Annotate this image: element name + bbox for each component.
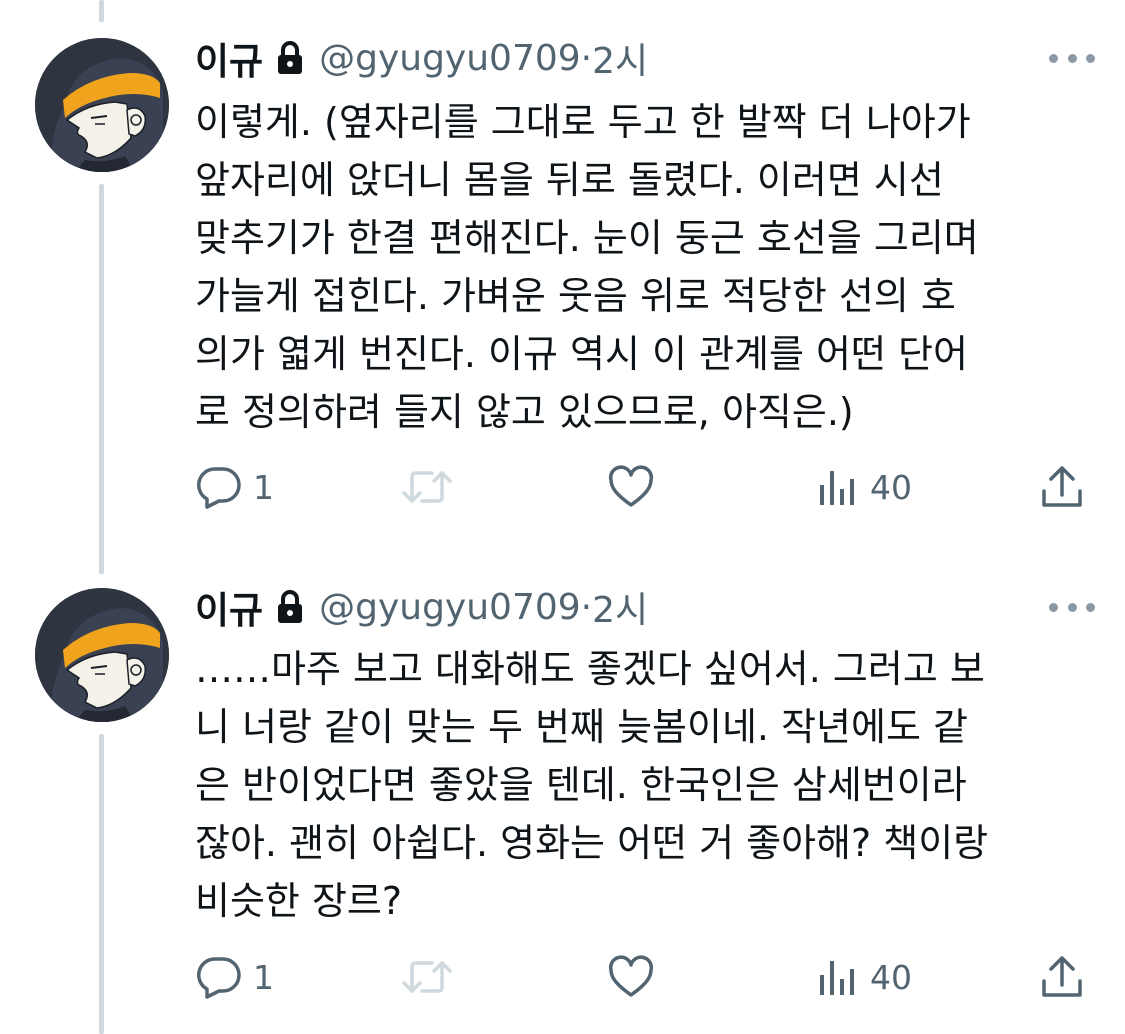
text-line: 맞추기가 한결 편해진다. 눈이 둥근 호선을 그리며 [195, 216, 979, 260]
tweet-text: 이렇게. (옆자리를 그대로 두고 한 발짝 더 나아가 앞자리에 앉더니 몸을… [195, 93, 1075, 441]
tweet[interactable]: 이규 @gyugyu0709 · 2시 ……마주 보고 대화해도 좋겠다 싶어서… [0, 560, 1125, 1034]
like-button[interactable] [607, 462, 655, 512]
timestamp[interactable]: 2시 [592, 581, 648, 633]
tweet-header: 이규 @gyugyu0709 · 2시 [195, 580, 648, 634]
reply-button[interactable]: 1 [195, 462, 274, 512]
views-button[interactable]: 40 [816, 952, 912, 1002]
text-line: 로 정의하려 들지 않고 있으므로, 아직은.) [195, 390, 854, 434]
repost-icon [402, 961, 452, 993]
lock-icon [278, 41, 303, 74]
text-line: 이렇게. (옆자리를 그대로 두고 한 발짝 더 나아가 [195, 100, 971, 144]
share-button[interactable] [1039, 462, 1085, 512]
author-name[interactable]: 이규 [195, 31, 263, 85]
text-line: 니 너랑 같이 맞는 두 번째 늦봄이네. 작년에도 같 [195, 705, 968, 749]
like-button[interactable] [607, 952, 655, 1002]
tweet-actions: 1 40 [195, 462, 1090, 512]
share-icon [1042, 466, 1082, 507]
tweet-text: ……마주 보고 대화해도 좋겠다 싶어서. 그러고 보 니 너랑 같이 맞는 두… [195, 640, 1075, 930]
separator: · [580, 586, 593, 628]
repost-icon [402, 471, 452, 503]
reply-icon [197, 957, 241, 999]
tweet-header: 이규 @gyugyu0709 · 2시 [195, 31, 648, 85]
author-handle[interactable]: @gyugyu0709 [319, 587, 581, 628]
share-icon [1042, 956, 1082, 997]
views-count: 40 [870, 957, 912, 997]
tweet-actions: 1 40 [195, 952, 1090, 1002]
text-line: 가늘게 접힌다. 가벼운 웃음 위로 적당한 선의 호 [195, 274, 956, 318]
like-icon [608, 465, 654, 507]
tweet[interactable]: 이규 @gyugyu0709 · 2시 이렇게. (옆자리를 그대로 두고 한 … [0, 0, 1125, 560]
text-line: 은 반이었다면 좋았을 텐데. 한국인은 삼세번이라 [195, 763, 967, 807]
author-name[interactable]: 이규 [195, 580, 263, 634]
repost-button[interactable] [400, 462, 454, 512]
share-button[interactable] [1039, 952, 1085, 1002]
text-line: 비슷한 장르? [195, 879, 403, 923]
lock-icon [278, 590, 303, 623]
timestamp[interactable]: 2시 [592, 32, 648, 84]
views-button[interactable]: 40 [816, 462, 912, 512]
avatar[interactable] [35, 38, 169, 172]
more-icon[interactable] [1049, 600, 1095, 614]
avatar[interactable] [35, 588, 169, 722]
more-icon[interactable] [1049, 51, 1095, 65]
reply-count: 1 [253, 957, 274, 997]
reply-icon [197, 467, 241, 509]
separator: · [580, 37, 593, 79]
like-icon [608, 955, 654, 997]
reply-button[interactable]: 1 [195, 952, 274, 1002]
reply-count: 1 [253, 467, 274, 507]
views-count: 40 [870, 467, 912, 507]
repost-button[interactable] [400, 952, 454, 1002]
author-handle[interactable]: @gyugyu0709 [319, 38, 581, 79]
views-icon [820, 961, 854, 995]
text-line: 의가 엷게 번진다. 이규 역시 이 관계를 어떤 단어 [195, 332, 968, 376]
text-line: ……마주 보고 대화해도 좋겠다 싶어서. 그러고 보 [195, 647, 985, 691]
text-line: 잖아. 괜히 아쉽다. 영화는 어떤 거 좋아해? 책이랑 [195, 821, 989, 865]
text-line: 앞자리에 앉더니 몸을 뒤로 돌렸다. 이러면 시선 [195, 158, 944, 202]
views-icon [820, 471, 854, 505]
